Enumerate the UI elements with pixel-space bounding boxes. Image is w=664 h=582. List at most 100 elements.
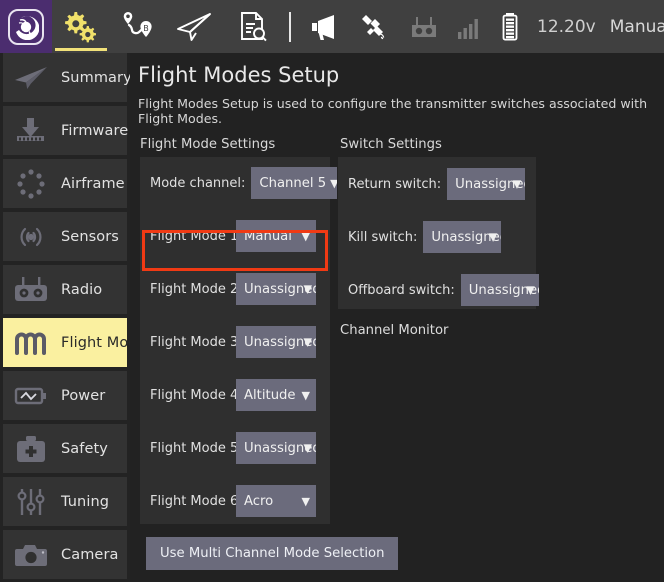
sidebar-label: Airframe [61,176,125,192]
mode-channel-value: Channel 5 [259,176,326,191]
sensors-waves-icon [9,220,53,254]
sidebar-item-firmware[interactable]: Firmware [3,106,127,155]
flight-mode-6-value: Acro [244,494,273,509]
toolbar-button-plan-flight[interactable]: B [110,0,166,53]
flight-mode-3-row: Flight Mode 3 Unassigned ▼ [150,326,316,358]
plan-waypoints-icon: B [118,10,158,44]
sidebar-item-sensors[interactable]: Sensors [3,212,127,261]
sidebar-label: Summary [61,70,130,86]
svg-text:B: B [143,24,149,33]
page-title: Flight Modes Setup [138,63,664,87]
flight-mode-5-row: Flight Mode 5 Unassigned ▼ [150,432,316,464]
sidebar-item-power[interactable]: Power [3,371,127,420]
gears-icon [60,10,102,44]
offboard-switch-label: Offboard switch: [348,283,455,298]
airframe-dots-icon [9,167,53,201]
sidebar-item-airframe[interactable]: Airframe [3,159,127,208]
chevron-down-icon: ▼ [298,496,310,507]
sidebar-label: Safety [61,441,108,457]
setup-sidebar: Summary [0,53,130,582]
megaphone-icon [308,11,342,43]
flight-mode-2-row: Flight Mode 2 Unassigned ▼ [150,273,316,305]
sidebar-label: Tuning [61,494,109,510]
toolbar-indicator-battery[interactable] [490,0,530,53]
return-switch-label: Return switch: [348,177,441,192]
flight-mode-6-label: Flight Mode 6 [150,494,230,509]
flight-mode-1-row: Flight Mode 1 Manual ▼ [150,220,316,252]
switch-settings-heading: Switch Settings [340,137,442,152]
flight-mode-4-row: Flight Mode 4 Altitude ▼ [150,379,316,411]
flight-mode-4-dropdown[interactable]: Altitude ▼ [236,379,316,411]
sidebar-item-flight-modes[interactable]: Flight Modes [3,318,127,367]
toolbar-button-fly-view[interactable] [166,0,224,53]
top-toolbar: B [0,0,664,53]
mode-channel-dropdown[interactable]: Channel 5 ▼ [251,167,337,199]
chevron-down-icon: ▼ [326,178,337,189]
sidebar-item-safety[interactable]: Safety [3,424,127,473]
chevron-down-icon: ▼ [300,284,312,295]
power-battery-icon [9,379,53,413]
qgroundcontrol-window: B [0,0,664,582]
page-description: Flight Modes Setup is used to configure … [138,96,664,126]
toolbar-button-vehicle-setup[interactable] [52,0,110,53]
flight-mode-4-label: Flight Mode 4 [150,388,230,403]
chevron-down-icon: ▼ [298,390,310,401]
firmware-download-icon [9,114,53,148]
offboard-switch-row: Offboard switch: Unassigned ▼ [348,274,539,306]
satellite-gps-icon [358,11,392,43]
sidebar-label: Flight Modes [61,335,130,351]
sidebar-label: Sensors [61,229,119,245]
toolbar-indicator-rc[interactable] [400,0,448,53]
rc-transmitter-icon [408,12,440,42]
flight-mode-2-dropdown[interactable]: Unassigned ▼ [236,273,316,305]
flight-mode-2-label: Flight Mode 2 [150,282,230,297]
safety-kit-icon [9,432,53,466]
main-content: Flight Modes Setup Flight Modes Setup is… [130,53,664,582]
toolbar-button-analyze-view[interactable] [224,0,280,53]
mode-channel-label: Mode channel: [150,176,245,191]
flight-mode-label[interactable]: Manual [603,17,664,37]
return-switch-dropdown[interactable]: Unassigned ▼ [447,168,525,200]
flight-mode-4-value: Altitude [244,388,296,403]
flight-mode-5-dropdown[interactable]: Unassigned ▼ [236,432,316,464]
sidebar-item-summary[interactable]: Summary [3,53,127,102]
toolbar-indicator-telemetry[interactable] [448,0,490,53]
flight-mode-3-dropdown[interactable]: Unassigned ▼ [236,326,316,358]
paper-plane-icon [9,61,53,95]
toolbar-indicator-gps[interactable] [350,0,400,53]
kill-switch-label: Kill switch: [348,230,417,245]
camera-icon [9,538,53,572]
offboard-switch-dropdown[interactable]: Unassigned ▼ [461,274,539,306]
flight-mode-1-dropdown[interactable]: Manual ▼ [236,220,316,252]
channel-monitor-label: Channel Monitor [340,323,448,338]
sidebar-item-tuning[interactable]: Tuning [3,477,127,526]
return-switch-row: Return switch: Unassigned ▼ [348,168,525,200]
sidebar-item-camera[interactable]: Camera [3,530,127,579]
sidebar-label: Camera [61,547,119,563]
battery-icon [498,11,522,43]
radio-transmitter-icon [9,273,53,307]
flight-mode-6-row: Flight Mode 6 Acro ▼ [150,485,316,517]
chevron-down-icon: ▼ [509,179,521,190]
flight-mode-3-label: Flight Mode 3 [150,335,230,350]
sidebar-label: Power [61,388,105,404]
tuning-sliders-icon [9,485,53,519]
chevron-down-icon: ▼ [300,443,312,454]
flight-mode-settings-panel: Mode channel: Channel 5 ▼ Flight Mode 1 … [140,157,330,524]
use-multi-channel-mode-selection-button[interactable]: Use Multi Channel Mode Selection [146,537,398,570]
chevron-down-icon: ▼ [485,232,497,243]
kill-switch-dropdown[interactable]: Unassigned ▼ [423,221,501,253]
sidebar-item-radio[interactable]: Radio [3,265,127,314]
flight-mode-1-value: Manual [244,229,292,244]
chevron-down-icon: ▼ [300,337,312,348]
analyze-document-icon [232,10,272,44]
battery-voltage-label: 12.20v [530,17,603,37]
sidebar-label: Firmware [61,123,128,139]
qgroundcontrol-logo-icon [8,9,44,45]
app-logo-button[interactable] [0,0,52,53]
flight-mode-settings-heading: Flight Mode Settings [140,137,275,152]
switch-settings-panel: Return switch: Unassigned ▼ Kill switch:… [338,157,536,309]
toolbar-indicator-messages[interactable] [300,0,350,53]
chevron-down-icon: ▼ [298,231,310,242]
flight-mode-6-dropdown[interactable]: Acro ▼ [236,485,316,517]
